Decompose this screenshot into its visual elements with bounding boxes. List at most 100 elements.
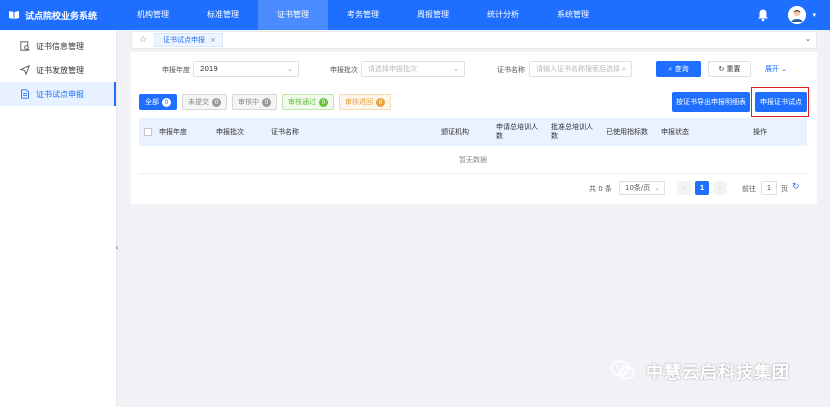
page-size-value: 10条/页 <box>625 184 651 192</box>
name-label: 证书名称 <box>497 66 525 74</box>
sidebar-item-certificate-issue[interactable]: 证书发放管理 <box>0 58 116 82</box>
close-icon[interactable]: × <box>210 36 216 44</box>
status-tab-not-submitted[interactable]: 未提交 0 <box>182 94 227 110</box>
column-header: 申报状态 <box>661 127 689 136</box>
highlight-box <box>751 87 809 117</box>
search-doc-icon <box>20 41 30 51</box>
empty-state: 暂无数据 <box>139 146 807 174</box>
select-all-checkbox[interactable] <box>144 128 152 136</box>
status-tab-label: 未提交 <box>188 98 209 106</box>
send-icon <box>20 65 30 75</box>
status-tab-label: 全部 <box>145 98 159 106</box>
chevron-down-icon: ⌄ <box>781 65 788 73</box>
status-count-badge: 0 <box>262 97 271 107</box>
page-size-select[interactable]: 10条/页 ⌄ <box>619 181 665 195</box>
nav-org-management[interactable]: 机构管理 <box>118 0 188 30</box>
goto-page-input[interactable]: 1 <box>761 181 777 195</box>
nav-weekly-report[interactable]: 周报管理 <box>398 0 468 30</box>
column-header: 操作 <box>753 127 767 136</box>
user-area: ▾ <box>756 0 816 30</box>
nav-exam-management[interactable]: 考务管理 <box>328 0 398 30</box>
expand-button-label: 展开 <box>764 65 779 73</box>
reset-button[interactable]: ↻ 重置 <box>708 61 751 77</box>
top-bar: 试点院校业务系统 机构管理 标准管理 证书管理 考务管理 周报管理 统计分析 系… <box>0 0 830 30</box>
sidebar-collapse-icon[interactable]: ‹ <box>112 238 122 258</box>
column-header: 证书名称 <box>271 127 299 136</box>
year-select[interactable]: 2019 ⌄ <box>193 61 299 77</box>
next-page-button[interactable]: › <box>713 181 727 195</box>
tab-label: 证书试点申报 <box>163 36 205 44</box>
chevron-down-icon[interactable]: ▾ <box>812 11 816 19</box>
name-placeholder: 请输入证书名称搜索后选择 <box>536 65 620 73</box>
column-header: 颁证机构 <box>441 127 469 136</box>
batch-label: 申报批次 <box>330 66 358 74</box>
refresh-icon: ↻ <box>718 65 727 73</box>
chevron-down-icon: ⌄ <box>287 65 293 73</box>
app-brand[interactable]: 试点院校业务系统 <box>0 9 118 22</box>
sidebar-item-label: 证书发放管理 <box>36 65 84 75</box>
status-tab-label: 审核中 <box>238 98 259 106</box>
status-tab-label: 审核退回 <box>345 98 373 106</box>
chevron-down-icon: ⌄ <box>654 184 660 192</box>
status-filter-tabs: 全部 0 未提交 0 审核中 0 审核通过 0 审核退回 0 <box>139 94 396 110</box>
tab-strip: ☆ 证书试点申报 × ⌄ <box>131 31 817 49</box>
pagination: 共 0 条 10条/页 ⌄ ‹ 1 › 前往 1 页 ↻ <box>131 181 817 195</box>
search-icon: ⌕ <box>622 65 626 73</box>
status-count-badge: 0 <box>212 97 221 107</box>
sidebar-item-label: 证书信息管理 <box>36 41 84 51</box>
nav-standard-management[interactable]: 标准管理 <box>188 0 258 30</box>
status-tab-all[interactable]: 全部 0 <box>139 94 177 110</box>
book-logo-icon <box>9 11 19 19</box>
nav-system-management[interactable]: 系统管理 <box>538 0 608 30</box>
chevron-down-icon[interactable]: ⌄ <box>802 34 814 46</box>
page-number[interactable]: 1 <box>695 181 709 195</box>
app-title: 试点院校业务系统 <box>25 11 98 22</box>
home-icon[interactable]: ☆ <box>132 35 154 45</box>
column-header: 申请总培训人数 <box>496 123 538 140</box>
column-header: 申报批次 <box>216 127 244 136</box>
batch-placeholder: 请选择申报批次 <box>368 65 417 73</box>
year-value: 2019 <box>200 65 218 73</box>
sidebar-item-label: 证书试点申报 <box>36 89 84 99</box>
year-label: 申报年度 <box>162 66 190 74</box>
avatar[interactable] <box>788 6 807 24</box>
status-count-badge: 0 <box>376 97 385 107</box>
status-tab-under-review[interactable]: 审核中 0 <box>232 94 277 110</box>
total-count: 共 0 条 <box>589 185 612 193</box>
watermark: 中慧云启科技集团 <box>610 356 790 384</box>
chevron-down-icon: ⌄ <box>453 65 459 73</box>
nav-certificate-management[interactable]: 证书管理 <box>258 0 328 30</box>
goto-label: 前往 <box>742 185 756 193</box>
column-header: 批准总培训人数 <box>551 123 593 140</box>
certificate-name-search-input[interactable]: 请输入证书名称搜索后选择 ⌕ <box>529 61 632 77</box>
bell-icon[interactable] <box>756 8 770 22</box>
status-count-badge: 0 <box>162 97 171 107</box>
watermark-text: 中慧云启科技集团 <box>646 362 790 383</box>
status-tab-returned[interactable]: 审核退回 0 <box>339 94 391 110</box>
main-nav: 机构管理 标准管理 证书管理 考务管理 周报管理 统计分析 系统管理 <box>118 0 608 30</box>
status-tab-label: 审核通过 <box>288 98 316 106</box>
filter-row: 申报年度 2019 ⌄ 申报批次 请选择申报批次 ⌄ 证书名称 请输入证书名称搜… <box>131 61 817 77</box>
prev-page-button[interactable]: ‹ <box>677 181 691 195</box>
refresh-icon[interactable]: ↻ <box>792 182 800 192</box>
search-button-label: 查询 <box>674 65 689 73</box>
document-icon <box>21 89 29 99</box>
export-detail-button[interactable]: 按证书导出申报明细表 <box>672 92 750 112</box>
column-header: 申报年度 <box>159 127 187 136</box>
main-card: 申报年度 2019 ⌄ 申报批次 请选择申报批次 ⌄ 证书名称 请输入证书名称搜… <box>131 52 817 204</box>
nav-statistics[interactable]: 统计分析 <box>468 0 538 30</box>
sidebar: 证书信息管理 证书发放管理 证书试点申报 <box>0 30 117 407</box>
wechat-logo-icon <box>610 360 635 380</box>
tab-pilot-application[interactable]: 证书试点申报 × <box>154 33 223 47</box>
table-header: 申报年度 申报批次 证书名称 颁证机构 申请总培训人数 批准总培训人数 已使用指… <box>139 118 807 146</box>
page-suffix: 页 <box>781 185 788 193</box>
sidebar-item-pilot-application[interactable]: 证书试点申报 <box>0 82 116 106</box>
sidebar-item-certificate-info[interactable]: 证书信息管理 <box>0 34 116 58</box>
reset-button-label: 重置 <box>726 65 741 73</box>
batch-select[interactable]: 请选择申报批次 ⌄ <box>361 61 465 77</box>
column-header: 已使用指标数 <box>606 127 648 136</box>
expand-button[interactable]: 展开 ⌄ <box>759 61 793 77</box>
status-count-badge: 0 <box>319 97 328 107</box>
status-tab-approved[interactable]: 审核通过 0 <box>282 94 334 110</box>
search-button[interactable]: ⌕ 查询 <box>656 61 701 77</box>
